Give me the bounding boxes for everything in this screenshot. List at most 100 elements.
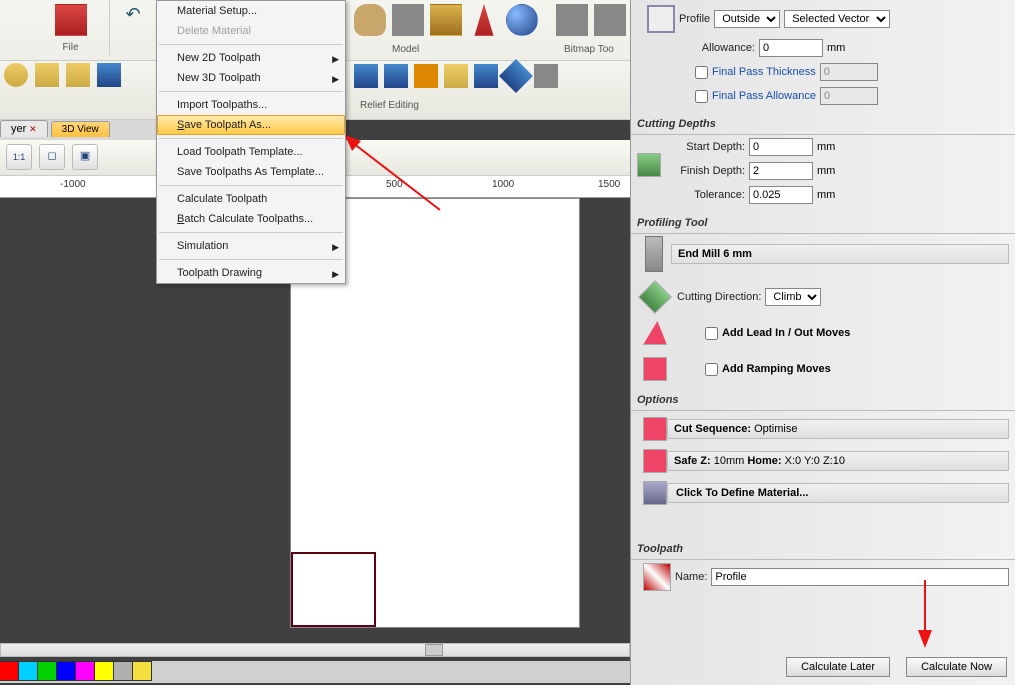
submenu-arrow-icon: ▶	[332, 269, 339, 280]
bitmap-icon2[interactable]	[594, 4, 626, 36]
final-pass-thickness-checkbox[interactable]	[695, 66, 708, 79]
relief-icon1[interactable]	[354, 64, 378, 88]
menu-save-toolpaths-as-template[interactable]: Save Toolpaths As Template...	[157, 162, 345, 182]
menu-toolpath-drawing[interactable]: Toolpath Drawing▶	[157, 263, 345, 283]
bear-grey-icon[interactable]	[392, 4, 424, 36]
ribbon-label-bitmap: Bitmap Too	[564, 44, 614, 55]
menu-save-toolpath-as[interactable]: Save Toolpath As...	[157, 115, 345, 135]
ramping-label: Add Ramping Moves	[722, 363, 831, 375]
zoom-11-button[interactable]: 1:1	[6, 144, 32, 170]
zoom-fit-button[interactable]: ◻	[39, 144, 65, 170]
cut-sequence-button[interactable]: Cut Sequence: Optimise	[667, 419, 1009, 439]
menu-new-3d-toolpath[interactable]: New 3D Toolpath▶	[157, 68, 345, 88]
zoom-sel-button[interactable]: ▣	[72, 144, 98, 170]
finish-depth-input[interactable]	[749, 162, 813, 180]
flame-icon[interactable]	[414, 64, 438, 88]
relief-icon3[interactable]	[534, 64, 558, 88]
endmill-icon	[645, 236, 663, 272]
ruler-tick: -1000	[60, 179, 86, 190]
ribbon-label-model: Model	[392, 44, 419, 55]
toolpath-section-header: Toolpath	[631, 539, 1015, 560]
face-icon[interactable]	[430, 4, 462, 36]
profile-icon	[647, 5, 675, 33]
notebook-icon[interactable]	[55, 4, 87, 36]
unit-mm: mm	[817, 189, 835, 201]
ribbon-label-relief: Relief Editing	[360, 100, 419, 111]
allowance-input[interactable]	[759, 39, 823, 57]
swatch-green[interactable]	[37, 661, 57, 681]
scrollbar-horizontal[interactable]	[0, 643, 630, 657]
define-material-button[interactable]: Click To Define Material...	[667, 483, 1009, 503]
material-icon	[643, 481, 667, 505]
lead-in-out-checkbox[interactable]	[705, 327, 718, 340]
swatch-red[interactable]	[0, 661, 19, 681]
swatch-cyan[interactable]	[18, 661, 38, 681]
vectors-select[interactable]: Selected Vectors	[784, 10, 890, 28]
tab-bar: yer ✕ 3D View	[0, 120, 160, 140]
toolpath-name-input[interactable]	[711, 568, 1009, 586]
puzzle-icon[interactable]	[66, 63, 90, 87]
pillar-icon[interactable]	[474, 64, 498, 88]
unit-mm: mm	[817, 141, 835, 153]
menu-material-setup[interactable]: Material Setup...	[157, 1, 345, 21]
toolpath-panel: Profile Type & Vector Association Profil…	[630, 0, 1015, 685]
ruler-tick: 500	[386, 179, 403, 190]
toolpath-icon	[643, 563, 671, 591]
final-pass-thickness-label: Final Pass Thickness	[712, 66, 816, 78]
diamond-icon[interactable]	[499, 59, 533, 93]
calculate-later-button[interactable]: Calculate Later	[786, 657, 890, 677]
ribbon-group-undo: ↶	[110, 0, 156, 55]
menu-delete-material: Delete Material	[157, 21, 345, 41]
profile-label: Profile	[679, 13, 710, 25]
weave-icon[interactable]	[35, 63, 59, 87]
scrollbar-thumb[interactable]	[425, 644, 443, 656]
tolerance-label: Tolerance:	[667, 189, 745, 201]
ramping-checkbox[interactable]	[705, 363, 718, 376]
menu-batch-calculate-toolpaths[interactable]: Batch Calculate Toolpaths...	[157, 209, 345, 229]
submenu-arrow-icon: ▶	[332, 242, 339, 253]
start-depth-label: Start Depth:	[667, 141, 745, 153]
final-pass-allowance-checkbox[interactable]	[695, 90, 708, 103]
tab-layer[interactable]: yer ✕	[0, 120, 48, 137]
final-pass-allowance-input	[820, 87, 878, 105]
spiral-icon[interactable]	[4, 63, 28, 87]
cutting-direction-label: Cutting Direction:	[677, 291, 761, 303]
safe-z-button[interactable]: Safe Z: 10mm Home: X:0 Y:0 Z:10	[667, 451, 1009, 471]
final-pass-allowance-label: Final Pass Allowance	[712, 90, 816, 102]
cutting-direction-select[interactable]: Climb	[765, 288, 821, 306]
undo-icon[interactable]: ↶	[121, 4, 145, 28]
profile-side-select[interactable]: Outside	[714, 10, 780, 28]
menu-simulation[interactable]: Simulation▶	[157, 236, 345, 256]
star-icon[interactable]	[97, 63, 121, 87]
menu-calculate-toolpath[interactable]: Calculate Toolpath	[157, 189, 345, 209]
menu-import-toolpaths[interactable]: Import Toolpaths...	[157, 95, 345, 115]
ruler-tick: 1500	[598, 179, 620, 190]
bear-brown-icon[interactable]	[354, 4, 386, 36]
color-palette	[0, 661, 630, 683]
relief-icon2[interactable]	[384, 64, 408, 88]
start-depth-input[interactable]	[749, 138, 813, 156]
swatch-grey[interactable]	[113, 661, 133, 681]
submenu-arrow-icon: ▶	[332, 54, 339, 65]
lead-icon	[643, 321, 667, 345]
ribbon-group-file: File	[32, 0, 110, 55]
unit-mm: mm	[827, 42, 845, 54]
swatch-blue[interactable]	[56, 661, 76, 681]
lamp-icon[interactable]	[468, 4, 500, 36]
tab-3d-view[interactable]: 3D View	[51, 121, 110, 137]
ribbon-label-file: File	[32, 42, 109, 53]
menu-load-toolpath-template[interactable]: Load Toolpath Template...	[157, 142, 345, 162]
menu-new-2d-toolpath[interactable]: New 2D Toolpath▶	[157, 48, 345, 68]
calculate-now-button[interactable]: Calculate Now	[906, 657, 1007, 677]
sphere-icon[interactable]	[506, 4, 538, 36]
tolerance-input[interactable]	[749, 186, 813, 204]
swatch-magenta[interactable]	[75, 661, 95, 681]
swatch-gold[interactable]	[132, 661, 152, 681]
swatch-yellow[interactable]	[94, 661, 114, 681]
options-header: Options	[631, 390, 1015, 411]
cone-icon[interactable]	[444, 64, 468, 88]
tool-name-button[interactable]: End Mill 6 mm	[671, 244, 1009, 264]
profiling-tool-header: Profiling Tool	[631, 213, 1015, 234]
lead-in-out-label: Add Lead In / Out Moves	[722, 327, 850, 339]
bitmap-icon1[interactable]	[556, 4, 588, 36]
